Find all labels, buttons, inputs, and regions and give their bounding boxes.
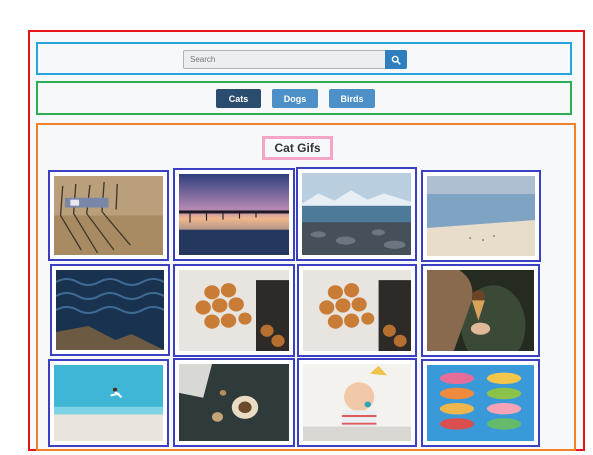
- pastries-image: [179, 270, 289, 351]
- tab-cats[interactable]: Cats: [216, 89, 261, 108]
- ice-cream-image: [427, 270, 534, 351]
- gallery-image-10[interactable]: [173, 358, 295, 447]
- gallery-image-6[interactable]: [173, 264, 295, 357]
- gallery-image-2[interactable]: [173, 168, 295, 261]
- gallery-image-9[interactable]: [48, 359, 169, 447]
- gallery-image-8[interactable]: [421, 264, 540, 357]
- macarons-image: [427, 365, 534, 441]
- baby-eating-image: [303, 364, 411, 441]
- gallery-image-4[interactable]: [421, 170, 541, 262]
- search-icon: [391, 55, 401, 65]
- pier-sunset-image: [179, 174, 289, 255]
- search-button[interactable]: [385, 50, 407, 69]
- tab-birds[interactable]: Birds: [329, 89, 375, 108]
- rocky-lake-image: [302, 173, 411, 255]
- gallery-image-11[interactable]: [297, 358, 417, 447]
- search-input[interactable]: [183, 50, 386, 69]
- gallery-image-12[interactable]: [421, 359, 540, 447]
- beach-jump-image: [54, 365, 163, 441]
- gallery-image-3[interactable]: [296, 167, 417, 261]
- gallery-image-5[interactable]: [50, 264, 170, 356]
- beach-chairs-image: [54, 176, 163, 255]
- gallery-image-7[interactable]: [297, 264, 417, 357]
- gallery-title: Cat Gifs: [262, 136, 333, 160]
- gallery-image-1[interactable]: [48, 170, 169, 261]
- tab-dogs[interactable]: Dogs: [272, 89, 318, 108]
- sandy-beach-image: [427, 176, 535, 256]
- pastries-image: [303, 270, 411, 351]
- coffee-table-image: [179, 364, 289, 441]
- ocean-waves-image: [56, 270, 164, 350]
